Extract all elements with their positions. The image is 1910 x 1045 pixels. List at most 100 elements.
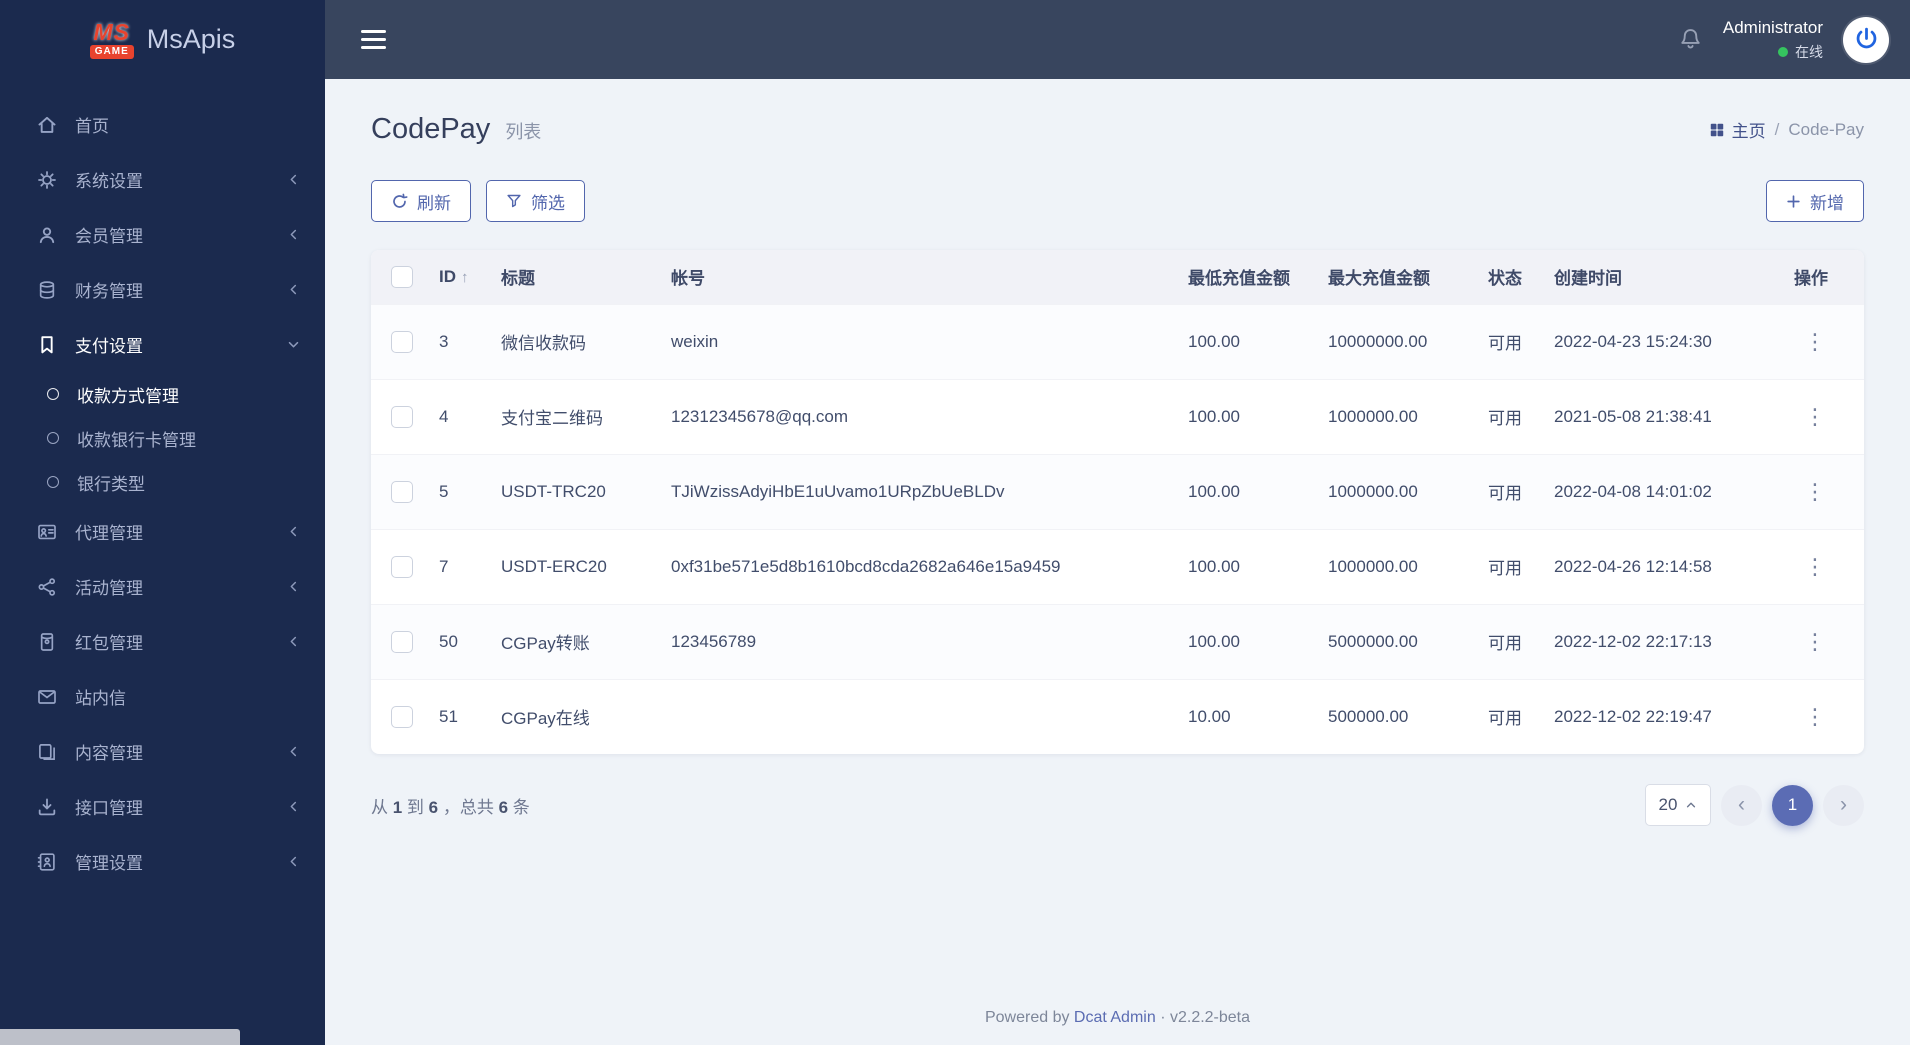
envelope-icon [37, 687, 59, 707]
dashboard-icon [1709, 122, 1725, 138]
cell-status: 可用 [1478, 303, 1544, 379]
cell-title: 支付宝二维码 [491, 378, 661, 454]
sidebar-item-red-packet-management[interactable]: 红包管理 [0, 614, 325, 669]
sidebar: MS GAME MsApis 首页 系统设置 会员管理 财务管理 支付设置 收款… [0, 0, 325, 1045]
gear-icon [37, 170, 59, 190]
sidebar-subitem-bank-types[interactable]: 银行类型 [0, 460, 325, 504]
cell-created-at: 2022-04-23 15:24:30 [1544, 303, 1784, 379]
brand-logo[interactable]: MS GAME MsApis [0, 0, 325, 79]
cell-min-amount: 100.00 [1178, 603, 1318, 679]
add-button[interactable]: 新增 [1766, 180, 1864, 222]
sidebar-item-api-management[interactable]: 接口管理 [0, 779, 325, 834]
filter-button-label: 筛选 [531, 193, 565, 213]
row-actions-button[interactable]: ⋮ [1794, 552, 1836, 582]
sidebar-item-content-management[interactable]: 内容管理 [0, 724, 325, 779]
table-row: 5 USDT-TRC20 TJiWzissAdyiHbE1uUvamo1URpZ… [371, 453, 1864, 529]
sidebar-item-activity-management[interactable]: 活动管理 [0, 559, 325, 614]
dcat-admin-link[interactable]: Dcat Admin [1074, 1009, 1156, 1026]
row-checkbox[interactable] [391, 405, 413, 428]
page-size-select[interactable]: 20 [1645, 784, 1711, 826]
chevron-left-icon [286, 282, 301, 297]
cell-id: 3 [429, 303, 491, 379]
breadcrumb-home-label: 主页 [1731, 122, 1766, 141]
select-all-checkbox[interactable] [391, 265, 413, 288]
table-toolbar: 刷新 筛选 新增 [371, 180, 1864, 222]
sidebar-item-finance-management[interactable]: 财务管理 [0, 262, 325, 317]
circle-icon [47, 388, 59, 400]
sidebar-item-label: 管理设置 [75, 854, 143, 873]
cell-max-amount: 1000000.00 [1318, 528, 1478, 604]
refresh-button[interactable]: 刷新 [371, 180, 471, 222]
sidebar-subitem-receiving-bank-cards[interactable]: 收款银行卡管理 [0, 416, 325, 460]
sidebar-item-label: 接口管理 [75, 799, 143, 818]
powered-by-label: Powered by [984, 1009, 1070, 1026]
row-actions-button[interactable]: ⋮ [1794, 477, 1836, 507]
sidebar-item-label: 代理管理 [75, 524, 143, 543]
sort-asc-icon: ↑ [461, 268, 469, 286]
cell-max-amount: 5000000.00 [1318, 603, 1478, 679]
chevron-left-icon [286, 579, 301, 594]
app-root: MS GAME MsApis 首页 系统设置 会员管理 财务管理 支付设置 收款… [0, 0, 1910, 1045]
cell-created-at: 2022-04-26 12:14:58 [1544, 528, 1784, 604]
chevron-left-icon [286, 524, 301, 539]
sidebar-item-system-settings[interactable]: 系统设置 [0, 152, 325, 207]
brand-logo-primary: MS [93, 18, 130, 45]
cell-status: 可用 [1478, 678, 1544, 754]
footer-separator: · [1160, 1009, 1166, 1026]
pagination-page-1-button[interactable]: 1 [1772, 784, 1813, 826]
chevron-left-icon [286, 634, 301, 649]
sidebar-item-label: 系统设置 [75, 172, 143, 191]
sidebar-subitem-payment-methods[interactable]: 收款方式管理 [0, 372, 325, 416]
notifications-bell-icon[interactable] [1678, 27, 1703, 52]
coins-icon [37, 280, 59, 300]
sidebar-toggle-button[interactable] [355, 24, 392, 55]
link-preview-tooltip [0, 1029, 240, 1045]
row-checkbox[interactable] [391, 480, 413, 503]
cell-id: 7 [429, 528, 491, 604]
sidebar-item-member-management[interactable]: 会员管理 [0, 207, 325, 262]
breadcrumb-home-link[interactable]: 主页 [1709, 117, 1766, 142]
sidebar-item-site-messages[interactable]: 站内信 [0, 669, 325, 724]
cell-min-amount: 10.00 [1178, 678, 1318, 754]
pagination-next-button[interactable]: › [1823, 784, 1864, 826]
chevron-left-icon [286, 799, 301, 814]
user-name: Administrator [1722, 17, 1823, 37]
column-header-actions: 操作 [1784, 250, 1864, 304]
cell-max-amount: 1000000.00 [1318, 453, 1478, 529]
filter-button[interactable]: 筛选 [486, 180, 585, 222]
cell-min-amount: 100.00 [1178, 528, 1318, 604]
column-header-max-amount: 最大充值金额 [1318, 250, 1478, 304]
chevron-down-icon [286, 337, 301, 352]
row-checkbox[interactable] [391, 630, 413, 653]
cell-title: CGPay在线 [491, 678, 661, 754]
user-avatar[interactable] [1843, 16, 1889, 63]
online-status-dot [1778, 46, 1788, 57]
powered-by-footer: Powered by Dcat Admin · v2.2.2-beta [371, 991, 1864, 1035]
cell-account: 0xf31be571e5d8b1610bcd8cda2682a646e15a94… [661, 528, 1178, 604]
row-checkbox[interactable] [391, 330, 413, 353]
row-actions-button[interactable]: ⋮ [1794, 327, 1836, 357]
cell-min-amount: 100.00 [1178, 453, 1318, 529]
sidebar-item-payment-settings[interactable]: 支付设置 [0, 317, 325, 372]
column-header-id[interactable]: ID ↑ [429, 250, 491, 304]
sidebar-item-admin-settings[interactable]: 管理设置 [0, 834, 325, 889]
pagination-prev-button[interactable]: ‹ [1721, 784, 1762, 826]
funnel-icon [506, 193, 522, 209]
copy-icon [37, 742, 59, 762]
circle-icon [47, 476, 59, 488]
sidebar-item-label: 财务管理 [75, 282, 143, 301]
sidebar-item-agent-management[interactable]: 代理管理 [0, 504, 325, 559]
page-subtitle: 列表 [505, 122, 542, 142]
row-actions-button[interactable]: ⋮ [1794, 702, 1836, 732]
row-actions-button[interactable]: ⋮ [1794, 627, 1836, 657]
refresh-icon [391, 193, 408, 210]
sidebar-item-home[interactable]: 首页 [0, 97, 325, 152]
cell-account: TJiWzissAdyiHbE1uUvamo1URpZbUeBLDv [661, 453, 1178, 529]
chevron-left-icon [286, 227, 301, 242]
data-table-card: ID ↑ 标题 帐号 最低充值金额 最大充值金额 状态 创建时间 操作 3 微信收… [371, 250, 1864, 754]
sidebar-item-label: 会员管理 [75, 227, 143, 246]
row-checkbox[interactable] [391, 705, 413, 728]
row-actions-button[interactable]: ⋮ [1794, 402, 1836, 432]
chevron-left-icon [286, 744, 301, 759]
row-checkbox[interactable] [391, 555, 413, 578]
